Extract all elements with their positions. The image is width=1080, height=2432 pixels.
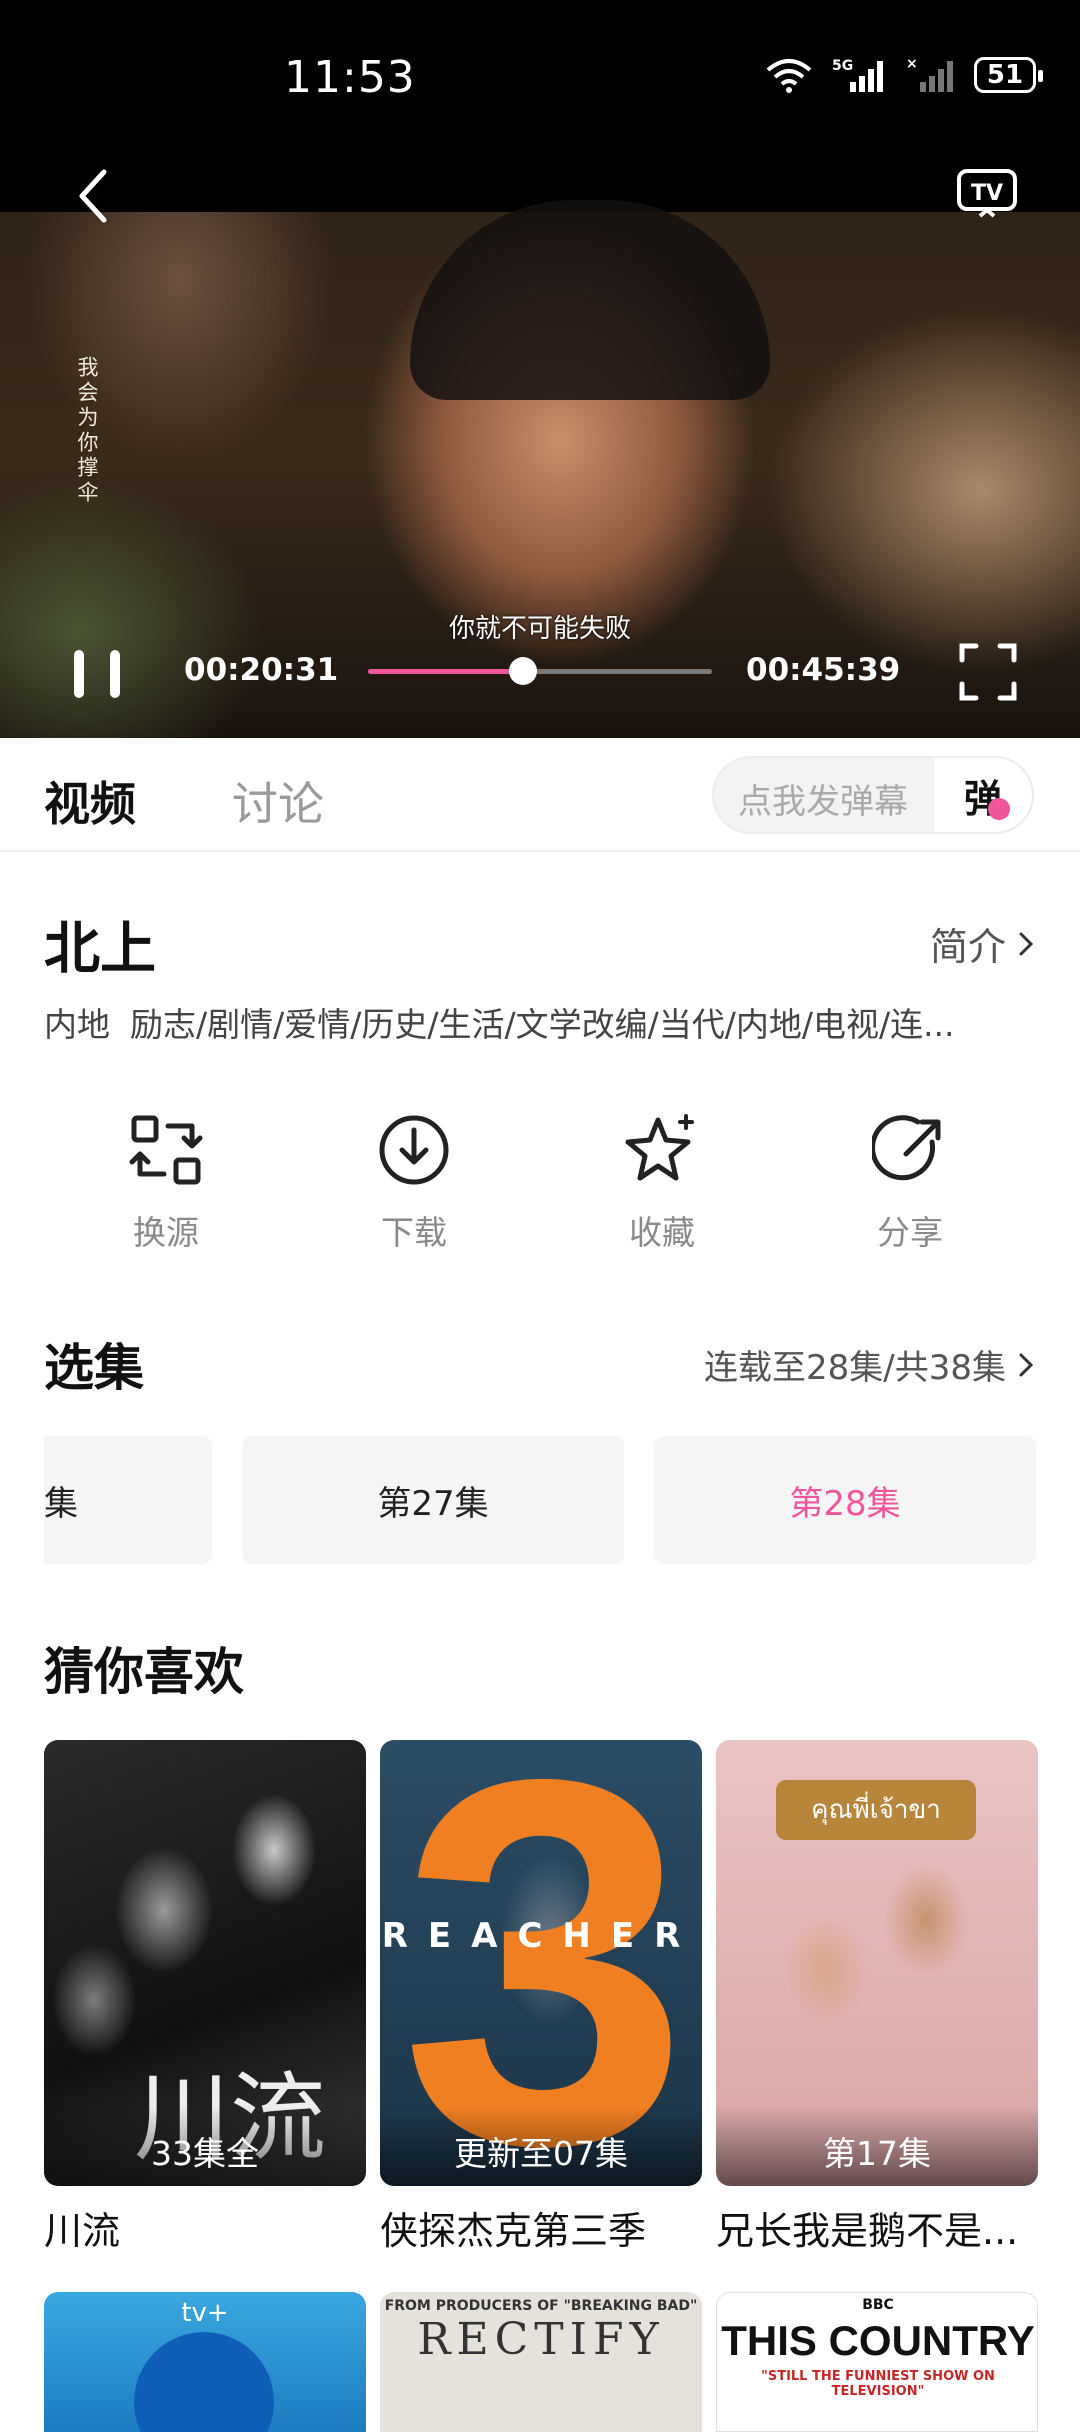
recommend-card[interactable]: คุณพี่เจ้าขา 第17集 兄长我是鹅不是... [716,1740,1038,2255]
tv-cast-icon[interactable]: TV [956,168,1018,220]
action-bar: 换源 下载 收藏 分享 [0,1112,1080,1262]
action-label: 收藏 [629,1213,695,1252]
poster-quote: "STILL THE FUNNIEST SHOW ON TELEVISION" [761,2369,995,2399]
episode-card-current[interactable]: 第28集 [654,1436,1036,1564]
content-tabs: 视频 讨论 点我发弹幕 弹 [0,738,1080,852]
svg-text:×: × [906,56,918,72]
poster-tagline: FROM PRODUCERS OF "BREAKING BAD" [384,2298,698,2314]
show-region: 内地 [44,1005,110,1044]
chevron-right-icon [1019,1353,1034,1376]
episode-badge: 第17集 [716,2106,1038,2186]
video-player[interactable]: 我会为你撑伞 你就不可能失败 [0,160,1080,738]
favorite-button[interactable]: 收藏 [572,1112,752,1254]
status-time: 11:53 [284,52,416,103]
pause-icon[interactable] [70,648,124,700]
status-bar: 11:53 5G × 51 [0,0,1080,160]
progress-fill [368,669,523,674]
danmu-placeholder: 点我发弹幕 [738,782,908,822]
poster-image: คุณพี่เจ้าขา 第17集 [716,1740,1038,2186]
svg-text:5G: 5G [832,58,853,74]
intro-link[interactable]: 简介 [930,916,1036,971]
poster-image: 川流 33集全 [44,1740,366,2186]
battery-icon: 51 [974,57,1043,93]
download-icon [379,1115,449,1185]
video-frame-figure [410,200,770,400]
tab-video[interactable]: 视频 [44,768,136,834]
signal-no-service-icon: × [906,56,953,92]
action-label: 换源 [133,1213,199,1252]
current-time: 00:20:31 [184,652,339,688]
poster-title-art: tv+ [181,2298,229,2328]
download-button[interactable]: 下载 [324,1112,504,1254]
poster-image [134,2332,274,2432]
action-label: 分享 [877,1213,943,1252]
recommend-card[interactable]: 3 REACHER 更新至07集 侠探杰克第三季 [380,1740,702,2255]
episode-label: 集 [44,1483,78,1524]
signal-5g-icon: 5G [832,58,883,92]
favorite-star-icon [625,1114,694,1181]
poster-tagline: BBC [862,2297,894,2313]
svg-text:TV: TV [971,181,1003,206]
tab-discuss[interactable]: 讨论 [232,768,324,834]
recommend-card[interactable]: BBC THIS COUNTRY "STILL THE FUNNIEST SHO… [716,2292,1038,2432]
poster-title-art: คุณพี่เจ้าขา [776,1780,976,1840]
total-time: 00:45:39 [746,652,901,688]
poster-title-art: RECTIFY [417,2314,665,2365]
episode-card[interactable]: 集 [44,1436,212,1564]
episode-badge: 33集全 [44,2106,366,2186]
progress-bar[interactable] [368,657,712,685]
switch-source-icon [129,1115,203,1185]
episode-label: 第27集 [377,1483,489,1524]
recommend-card[interactable]: 川流 33集全 川流 [44,1740,366,2255]
poster-image: 3 REACHER 更新至07集 [380,1740,702,2186]
chevron-right-icon [1019,932,1034,955]
status-icons: 5G × 51 [764,56,1043,94]
video-subtitle: 你就不可能失败 [448,614,631,644]
poster-title-art: THIS COUNTRY [721,2317,1035,2364]
show-title: 北上 [44,917,156,982]
episode-card[interactable]: 第27集 [242,1436,624,1564]
show-meta: 内地 励志/剧情/爱情/历史/生活/文学改编/当代/内地/电视/连... [44,998,1040,1046]
recommend-title-text: 侠探杰克第三季 [380,2209,647,2253]
show-genres: 励志/剧情/爱情/历史/生活/文学改编/当代/内地/电视/连... [130,1005,955,1044]
wifi-icon [766,59,812,93]
recommend-title-text: 川流 [44,2209,121,2253]
poster-title-art: REACHER [381,1916,701,1956]
episodes-title: 选集 [44,1339,144,1397]
share-button[interactable]: 分享 [820,1112,1000,1254]
recommend-card[interactable]: tv+ [44,2292,366,2432]
recommend-card[interactable]: FROM PRODUCERS OF "BREAKING BAD" RECTIFY [380,2292,702,2432]
intro-link-label: 简介 [929,925,1006,969]
fullscreen-icon[interactable] [958,642,1018,702]
share-icon [872,1115,941,1181]
switch-source-button[interactable]: 换源 [76,1112,256,1254]
video-vertical-caption: 我会为你撑伞 [75,356,99,506]
episodes-info: 连载至28集/共38集 [704,1348,1006,1388]
episode-label: 第28集 [789,1483,901,1524]
danmu-toggle-button[interactable]: 弹 [934,758,1032,832]
recommend-title: 猜你喜欢 [44,1643,244,1701]
episodes-more-link[interactable]: 连载至28集/共38集 [704,1340,1036,1389]
action-label: 下载 [381,1213,447,1252]
recommend-title-text: 兄长我是鹅不是... [716,2209,1019,2253]
danmu-input[interactable]: 点我发弹幕 弹 [712,756,1034,834]
episode-badge: 更新至07集 [380,2106,702,2186]
back-arrow-icon[interactable] [74,166,114,226]
danmu-check-icon [988,798,1010,820]
progress-handle[interactable] [508,657,537,685]
